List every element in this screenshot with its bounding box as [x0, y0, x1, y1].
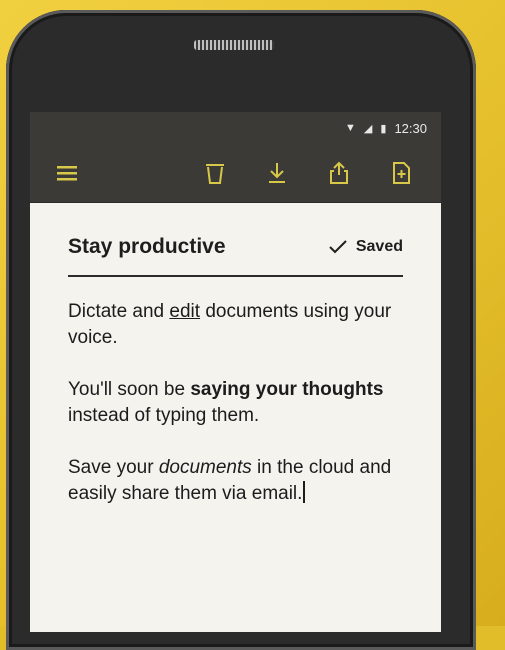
saved-label: Saved — [355, 238, 403, 255]
paragraph-2: You'll soon be saying your thoughts inst… — [68, 379, 384, 426]
text-cursor — [303, 481, 306, 503]
app-screen: ▼ ◢ ▮ 12:30 Stay productive Saved Dictat… — [30, 112, 441, 632]
paragraph-1: Dictate and edit documents using your vo… — [68, 301, 392, 348]
phone-frame: ▼ ◢ ▮ 12:30 Stay productive Saved Dictat… — [6, 10, 476, 650]
saved-status: Saved — [328, 238, 403, 256]
menu-button[interactable] — [52, 158, 82, 188]
status-bar: ▼ ◢ ▮ 12:30 — [30, 112, 441, 144]
document-editor[interactable]: Stay productive Saved Dictate and edit d… — [30, 235, 441, 507]
download-button[interactable] — [262, 158, 292, 188]
new-document-icon — [393, 162, 410, 184]
paragraph-3: Save your documents in the cloud and eas… — [68, 457, 392, 504]
hamburger-icon — [57, 166, 77, 181]
status-time: 12:30 — [394, 120, 427, 136]
download-icon — [269, 163, 285, 183]
edit-link[interactable]: edit — [169, 301, 200, 322]
battery-icon: ▮ — [380, 122, 387, 135]
share-button[interactable] — [324, 158, 354, 188]
share-icon — [330, 161, 348, 184]
title-row: Stay productive Saved — [68, 235, 403, 277]
document-body[interactable]: Dictate and edit documents using your vo… — [68, 299, 403, 507]
signal-icon: ◢ — [363, 122, 373, 135]
trash-icon — [206, 164, 224, 184]
checkmark-icon — [329, 240, 347, 254]
app-toolbar — [30, 144, 441, 203]
document-title[interactable]: Stay productive — [68, 235, 226, 259]
delete-button[interactable] — [200, 158, 230, 188]
speaker-grille — [194, 40, 274, 50]
wifi-icon: ▼ — [345, 122, 356, 134]
new-document-button[interactable] — [386, 158, 416, 188]
